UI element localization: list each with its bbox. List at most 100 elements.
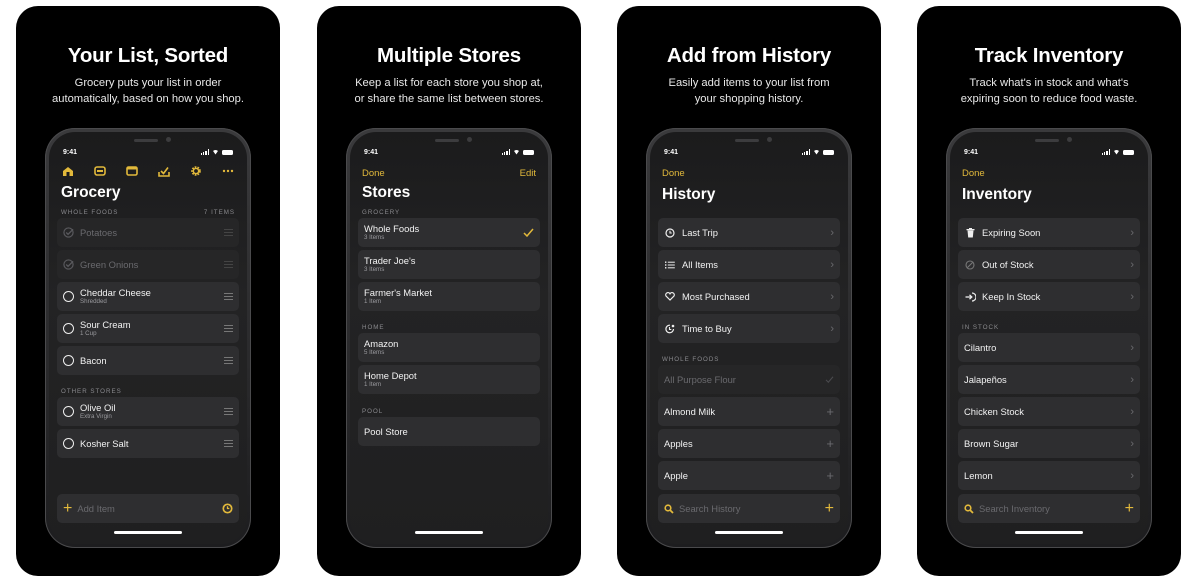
list-item[interactable]: Green Onions bbox=[57, 250, 239, 279]
store-row[interactable]: Whole Foods 3 Items bbox=[358, 218, 540, 247]
inventory-item[interactable]: Jalapeños › bbox=[958, 365, 1140, 394]
menu-row-all-items[interactable]: All Items › bbox=[658, 250, 840, 279]
list-item[interactable]: Kosher Salt bbox=[57, 429, 239, 458]
history-item[interactable]: All Purpose Flour bbox=[658, 365, 840, 394]
drag-handle-icon[interactable] bbox=[224, 293, 233, 300]
list-item[interactable]: Potatoes bbox=[57, 218, 239, 247]
menu-row-expiring-soon[interactable]: Expiring Soon › bbox=[958, 218, 1140, 247]
store-count: 1 Item bbox=[364, 298, 382, 305]
heart-icon bbox=[664, 291, 676, 303]
store-row[interactable]: Farmer's Market 1 Item bbox=[358, 282, 540, 311]
inventory-item[interactable]: Cilantro › bbox=[958, 333, 1140, 362]
checkbox-icon[interactable] bbox=[157, 164, 171, 178]
checked-circle-icon[interactable] bbox=[63, 227, 74, 238]
clock-icon[interactable] bbox=[222, 503, 233, 514]
edit-button[interactable]: Edit bbox=[520, 168, 536, 179]
menu-label: Time to Buy bbox=[682, 323, 732, 334]
menu-row-time-to-buy[interactable]: Time to Buy › bbox=[658, 314, 840, 343]
add-icon[interactable]: + bbox=[1125, 500, 1134, 516]
history-item[interactable]: Apple + bbox=[658, 461, 840, 490]
battery-icon bbox=[823, 149, 834, 155]
store-row[interactable]: Amazon 5 Items bbox=[358, 333, 540, 362]
done-button[interactable]: Done bbox=[662, 168, 685, 179]
speaker bbox=[134, 139, 158, 142]
item-name: Cheddar Cheese bbox=[80, 287, 151, 298]
drag-handle-icon[interactable] bbox=[224, 229, 233, 236]
menu-row-out-of-stock[interactable]: Out of Stock › bbox=[958, 250, 1140, 279]
add-icon[interactable]: + bbox=[825, 500, 834, 516]
speaker bbox=[1035, 139, 1059, 142]
drag-handle-icon[interactable] bbox=[224, 325, 233, 332]
add-item-bar[interactable]: + Add Item bbox=[57, 494, 239, 523]
unchecked-circle-icon[interactable] bbox=[63, 323, 74, 334]
more-icon[interactable] bbox=[221, 164, 235, 178]
menu-row-most-purchased[interactable]: Most Purchased › bbox=[658, 282, 840, 311]
search-input[interactable]: Search Inventory bbox=[979, 503, 1125, 514]
window-icon[interactable] bbox=[125, 164, 139, 178]
subtitle-line: Keep a list for each store you shop at, bbox=[355, 77, 543, 89]
signal-icon bbox=[501, 149, 510, 155]
item-name: Almond Milk bbox=[664, 406, 716, 417]
item-detail: Shredded bbox=[80, 298, 107, 305]
search-bar[interactable]: Search History + bbox=[658, 494, 840, 523]
chevron-right-icon: › bbox=[1130, 437, 1134, 450]
slash-circle-icon bbox=[964, 259, 976, 271]
tray-icon[interactable] bbox=[93, 164, 107, 178]
status-time: 9:41 bbox=[664, 148, 679, 156]
add-icon[interactable]: + bbox=[826, 436, 834, 451]
checked-circle-icon[interactable] bbox=[63, 259, 74, 270]
store-name: Pool Store bbox=[364, 426, 408, 437]
gear-icon[interactable] bbox=[189, 164, 203, 178]
menu-row-keep-in-stock[interactable]: Keep In Stock › bbox=[958, 282, 1140, 311]
unchecked-circle-icon[interactable] bbox=[63, 406, 74, 417]
inventory-item[interactable]: Chicken Stock › bbox=[958, 397, 1140, 426]
clock-badge-icon bbox=[664, 323, 676, 335]
search-icon bbox=[664, 503, 674, 514]
wifi-icon bbox=[1113, 149, 1120, 155]
list-item[interactable]: Olive Oil Extra Virgin bbox=[57, 397, 239, 426]
inventory-item[interactable]: Lemon › bbox=[958, 461, 1140, 490]
panel-subtitle: Grocery puts your list in order automati… bbox=[26, 76, 270, 107]
drag-handle-icon[interactable] bbox=[224, 261, 233, 268]
menu-row-last-trip[interactable]: Last Trip › bbox=[658, 218, 840, 247]
search-bar[interactable]: Search Inventory + bbox=[958, 494, 1140, 523]
nav-bar: Done Edit bbox=[362, 168, 536, 179]
search-input[interactable]: Search History bbox=[679, 503, 825, 514]
add-icon[interactable]: + bbox=[826, 468, 834, 483]
add-item-input[interactable]: Add Item bbox=[77, 503, 222, 514]
camera bbox=[1067, 137, 1072, 142]
drag-handle-icon[interactable] bbox=[224, 440, 233, 447]
history-item[interactable]: Almond Milk + bbox=[658, 397, 840, 426]
store-row[interactable]: Trader Joe's 3 Items bbox=[358, 250, 540, 279]
add-icon[interactable]: + bbox=[826, 404, 834, 419]
status-bar: 9:41 bbox=[63, 147, 233, 157]
app-store-screenshots: Your List, Sorted Grocery puts your list… bbox=[0, 0, 1200, 584]
done-button[interactable]: Done bbox=[362, 168, 385, 179]
chevron-right-icon: › bbox=[1130, 341, 1134, 354]
panel-subtitle: Keep a list for each store you shop at, … bbox=[327, 76, 571, 107]
unchecked-circle-icon[interactable] bbox=[63, 355, 74, 366]
store-row[interactable]: Pool Store bbox=[358, 417, 540, 446]
section-header: WHOLE FOODS bbox=[662, 356, 836, 363]
drag-handle-icon[interactable] bbox=[224, 408, 233, 415]
unchecked-circle-icon[interactable] bbox=[63, 291, 74, 302]
plus-icon[interactable]: + bbox=[63, 500, 72, 516]
unchecked-circle-icon[interactable] bbox=[63, 438, 74, 449]
list-item[interactable]: Sour Cream 1 Cup bbox=[57, 314, 239, 343]
done-button[interactable]: Done bbox=[962, 168, 985, 179]
drag-handle-icon[interactable] bbox=[224, 357, 233, 364]
section-header: POOL bbox=[362, 408, 536, 415]
store-row[interactable]: Home Depot 1 Item bbox=[358, 365, 540, 394]
trash-icon bbox=[964, 227, 976, 239]
history-item[interactable]: Apples + bbox=[658, 429, 840, 458]
home-icon[interactable] bbox=[61, 164, 75, 178]
inventory-item[interactable]: Brown Sugar › bbox=[958, 429, 1140, 458]
screen-title: Inventory bbox=[962, 186, 1032, 203]
chevron-right-icon: › bbox=[1130, 226, 1134, 239]
subtitle-line: your shopping history. bbox=[694, 92, 804, 105]
list-item[interactable]: Bacon bbox=[57, 346, 239, 375]
list-item[interactable]: Cheddar Cheese Shredded bbox=[57, 282, 239, 311]
item-name: Kosher Salt bbox=[80, 438, 129, 449]
store-name: Trader Joe's bbox=[364, 255, 416, 266]
phone-screen: 9:41 Done History Last Trip › All Items … bbox=[650, 132, 848, 544]
